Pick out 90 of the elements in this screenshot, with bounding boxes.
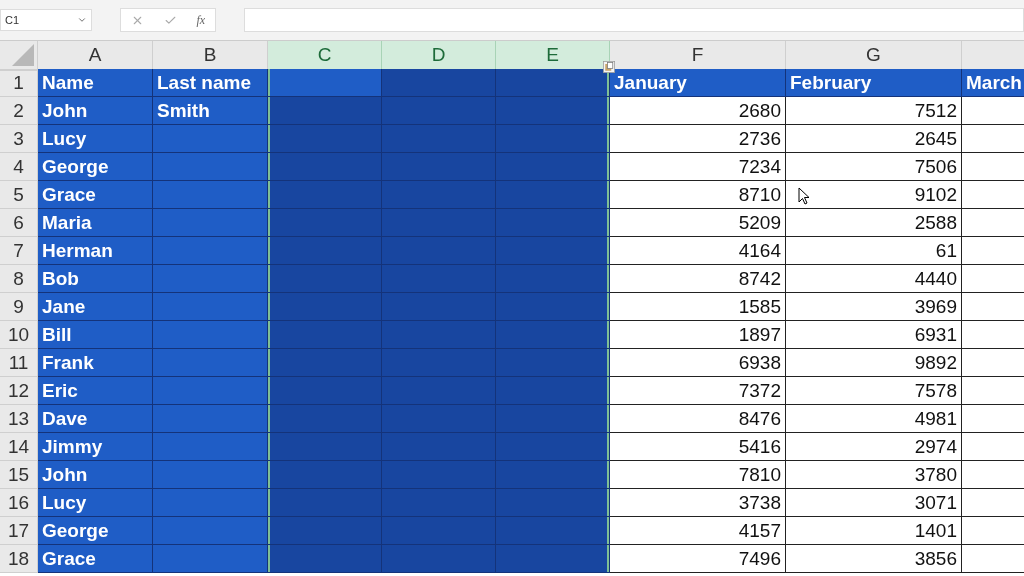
row-header[interactable]: 1 bbox=[0, 69, 38, 97]
row-header[interactable]: 18 bbox=[0, 545, 38, 573]
row-header[interactable]: 2 bbox=[0, 97, 38, 125]
row-header[interactable]: 11 bbox=[0, 349, 38, 377]
column-header[interactable]: A bbox=[38, 41, 153, 71]
row-header[interactable]: 3 bbox=[0, 125, 38, 153]
table-cell[interactable]: 2974 bbox=[786, 433, 962, 461]
table-cell[interactable]: 3738 bbox=[610, 489, 786, 517]
paste-options-icon[interactable] bbox=[603, 61, 615, 73]
column-header[interactable]: B bbox=[153, 41, 268, 71]
table-cell[interactable]: 6938 bbox=[610, 349, 786, 377]
table-cell[interactable]: February bbox=[786, 69, 962, 97]
table-cell[interactable]: 4981 bbox=[786, 405, 962, 433]
row-header[interactable]: 13 bbox=[0, 405, 38, 433]
column-header[interactable]: G bbox=[786, 41, 962, 71]
row-header[interactable]: 5 bbox=[0, 181, 38, 209]
table-cell[interactable]: John bbox=[38, 461, 153, 489]
table-cell[interactable]: Smith bbox=[153, 97, 268, 125]
table-cell[interactable]: Bob bbox=[38, 265, 153, 293]
table-cell[interactable]: 2680 bbox=[610, 97, 786, 125]
table-cell[interactable]: Last name bbox=[153, 69, 268, 97]
table-cell[interactable]: George bbox=[38, 153, 153, 181]
table-cell[interactable]: 3969 bbox=[786, 293, 962, 321]
table-cell[interactable]: Name bbox=[38, 69, 153, 97]
name-box[interactable]: C1 bbox=[0, 9, 92, 31]
table-cell[interactable]: 7372 bbox=[610, 377, 786, 405]
row-header[interactable]: 9 bbox=[0, 293, 38, 321]
table-cell[interactable]: 1401 bbox=[786, 517, 962, 545]
table-cell[interactable]: 8742 bbox=[610, 265, 786, 293]
column-header[interactable]: C bbox=[268, 41, 382, 71]
row-header[interactable]: 17 bbox=[0, 517, 38, 545]
table-cell[interactable]: 5209 bbox=[610, 209, 786, 237]
table-cell[interactable]: Herman bbox=[38, 237, 153, 265]
row-header[interactable]: 12 bbox=[0, 377, 38, 405]
table-cell[interactable]: 4440 bbox=[786, 265, 962, 293]
table-cell[interactable]: 3856 bbox=[786, 545, 962, 573]
table-cell[interactable]: Eric bbox=[38, 377, 153, 405]
caret-icon bbox=[77, 15, 87, 25]
table-cell[interactable]: 9892 bbox=[786, 349, 962, 377]
table-cell[interactable]: Dave bbox=[38, 405, 153, 433]
row-header[interactable]: 10 bbox=[0, 321, 38, 349]
row-header[interactable]: 8 bbox=[0, 265, 38, 293]
table-cell[interactable]: 4164 bbox=[610, 237, 786, 265]
table-cell[interactable]: 61 bbox=[786, 237, 962, 265]
table-cell[interactable]: 7578 bbox=[786, 377, 962, 405]
table-cell[interactable]: Frank bbox=[38, 349, 153, 377]
row-header[interactable]: 16 bbox=[0, 489, 38, 517]
column-header[interactable]: F bbox=[610, 41, 786, 71]
formula-field[interactable] bbox=[244, 8, 1024, 32]
table-cell[interactable]: Maria bbox=[38, 209, 153, 237]
table-cell[interactable]: Lucy bbox=[38, 489, 153, 517]
table-cell[interactable]: 5416 bbox=[610, 433, 786, 461]
mouse-pointer-icon bbox=[798, 187, 810, 205]
table-cell[interactable]: 7810 bbox=[610, 461, 786, 489]
table-cell[interactable]: Jimmy bbox=[38, 433, 153, 461]
table-cell[interactable]: Grace bbox=[38, 181, 153, 209]
row-header[interactable]: 6 bbox=[0, 209, 38, 237]
table-cell[interactable]: March bbox=[962, 69, 1024, 97]
table-cell[interactable]: 7496 bbox=[610, 545, 786, 573]
insert-function-label[interactable]: fx bbox=[196, 12, 206, 28]
table-cell[interactable]: 2645 bbox=[786, 125, 962, 153]
row-header[interactable]: 15 bbox=[0, 461, 38, 489]
table-cell[interactable]: 7234 bbox=[610, 153, 786, 181]
table-cell[interactable]: 9102 bbox=[786, 181, 962, 209]
table-cell[interactable]: 7506 bbox=[786, 153, 962, 181]
table-cell[interactable]: 8476 bbox=[610, 405, 786, 433]
table-cell[interactable]: 8710 bbox=[610, 181, 786, 209]
table-cell[interactable]: January bbox=[610, 69, 786, 97]
table-cell[interactable]: John bbox=[38, 97, 153, 125]
table-cell[interactable]: 4157 bbox=[610, 517, 786, 545]
table-cell[interactable]: 1585 bbox=[610, 293, 786, 321]
table-cell[interactable]: George bbox=[38, 517, 153, 545]
table-cell[interactable]: 3780 bbox=[786, 461, 962, 489]
row-header[interactable]: 4 bbox=[0, 153, 38, 181]
corner-triangle-icon bbox=[12, 44, 34, 66]
row-header[interactable]: 7 bbox=[0, 237, 38, 265]
table-cell[interactable]: 1897 bbox=[610, 321, 786, 349]
table-cell[interactable]: 3071 bbox=[786, 489, 962, 517]
row-header[interactable]: 14 bbox=[0, 433, 38, 461]
table-cell[interactable]: Bill bbox=[38, 321, 153, 349]
select-all-corner[interactable] bbox=[0, 41, 38, 71]
table-cell[interactable]: 2736 bbox=[610, 125, 786, 153]
table-cell[interactable]: 6931 bbox=[786, 321, 962, 349]
table-cell[interactable]: Lucy bbox=[38, 125, 153, 153]
table-cell[interactable]: 7512 bbox=[786, 97, 962, 125]
table-cell[interactable]: Grace bbox=[38, 545, 153, 573]
column-header[interactable]: D bbox=[382, 41, 496, 71]
table-cell[interactable]: Jane bbox=[38, 293, 153, 321]
column-header[interactable]: E bbox=[496, 41, 610, 71]
table-cell[interactable]: 2588 bbox=[786, 209, 962, 237]
